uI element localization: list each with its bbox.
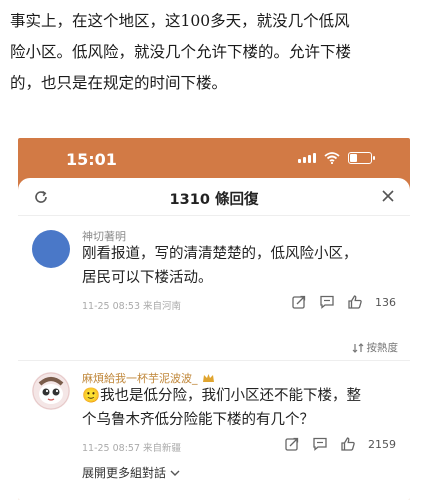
chevron-down-icon (170, 470, 180, 476)
like-count: 2159 (368, 437, 396, 451)
comment-text: 我也是低分险，我们小区还不能下楼，整 (100, 388, 362, 404)
comment-line: 🙂我也是低分险，我们小区还不能下楼，整 (82, 384, 404, 408)
comment-line: 居民可以下楼活动。 (82, 270, 213, 286)
article-text: 事实上，在这个地区，这100多天，就没几个低风 险小区。低风险，就没几个允许下楼… (10, 6, 422, 99)
status-time: 15:01 (66, 150, 117, 169)
sort-toggle[interactable]: 按熱度 (352, 340, 399, 355)
phone-screenshot: 15:01 1310 條回復 神切著明 刚看报道，写的清清楚楚的，低风险小区， … (18, 138, 410, 500)
sheet-title: 1310 條回復 (169, 192, 259, 208)
share-icon[interactable] (284, 436, 300, 452)
replies-sheet: 1310 條回復 神切著明 刚看报道，写的清清楚楚的，低风险小区， 居民可以下楼… (18, 178, 410, 500)
status-bar: 15:01 (18, 138, 410, 182)
article-line: 的，也只是在规定的时间下楼。 (10, 74, 228, 92)
expand-label: 展開更多組對話 (82, 466, 167, 480)
comment-actions: 2159 (284, 436, 396, 452)
battery-icon (348, 152, 375, 164)
like-icon[interactable] (347, 294, 363, 310)
close-icon[interactable] (380, 188, 396, 204)
comment-body: 刚看报道，写的清清楚楚的，低风险小区， 居民可以下楼活动。 (82, 242, 400, 290)
like-count: 136 (375, 295, 396, 309)
comment-meta: 11-25 08:57 来自新疆 (82, 443, 182, 454)
comment-line: 个乌鲁木齐低分险能下楼的有几个？ (82, 412, 314, 428)
sort-label: 按熱度 (366, 342, 399, 354)
article-line: 事实上，在这个地区，这100多天，就没几个低风 (10, 12, 350, 30)
comment-icon[interactable] (319, 294, 335, 310)
comment-icon[interactable] (312, 436, 328, 452)
comment-meta: 11-25 08:53 来自河南 (82, 301, 182, 312)
crown-icon (202, 373, 214, 382)
comment-body: 🙂我也是低分险，我们小区还不能下楼，整 个乌鲁木齐低分险能下楼的有几个？ (82, 384, 404, 432)
share-icon[interactable] (291, 294, 307, 310)
avatar[interactable] (32, 372, 70, 410)
expand-more-button[interactable]: 展開更多組對話 (82, 464, 180, 481)
sort-icon (352, 342, 363, 353)
comment-actions: 136 (291, 294, 396, 310)
like-icon[interactable] (340, 436, 356, 452)
cellular-signal-icon (298, 153, 316, 163)
comment-line: 刚看报道，写的清清楚楚的，低风险小区， (82, 246, 358, 262)
divider (18, 360, 410, 361)
battery-level (350, 154, 357, 162)
emoji: 🙂 (82, 388, 101, 404)
avatar[interactable] (32, 230, 70, 268)
article-line: 险小区。低风险，就没几个允许下楼的。允许下楼 (10, 43, 352, 61)
sheet-header: 1310 條回復 (18, 178, 410, 216)
wifi-icon (324, 152, 340, 164)
status-icons (298, 152, 375, 164)
